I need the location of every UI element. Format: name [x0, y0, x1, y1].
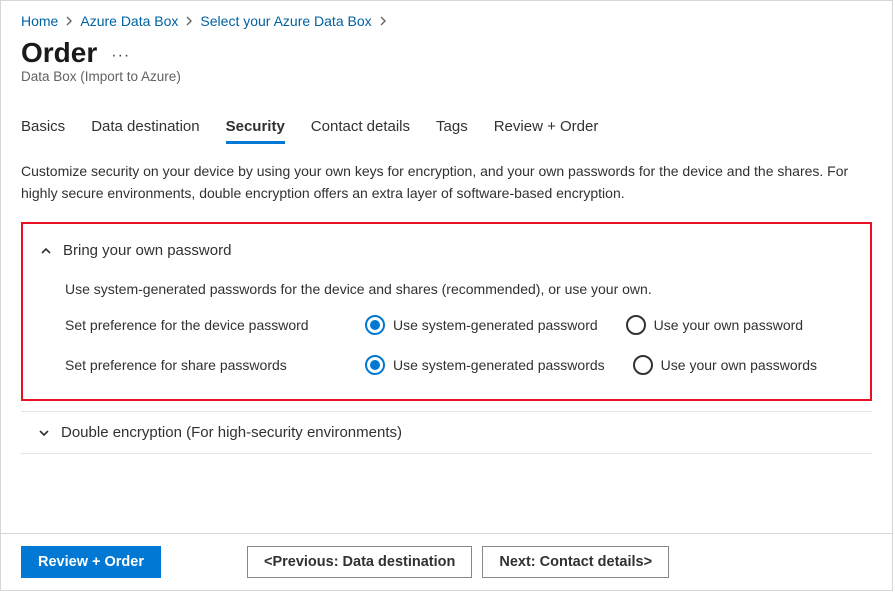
- chevron-right-icon: [378, 16, 388, 26]
- radio-unselected-icon: [626, 315, 646, 335]
- chevron-right-icon: [64, 16, 74, 26]
- tab-basics[interactable]: Basics: [21, 112, 65, 143]
- chevron-up-icon: [39, 244, 53, 258]
- chevron-down-icon: [37, 426, 51, 440]
- share-passwords-own-radio[interactable]: Use your own passwords: [633, 355, 817, 375]
- device-password-own-radio[interactable]: Use your own password: [626, 315, 803, 335]
- device-password-system-radio[interactable]: Use system-generated password: [365, 315, 598, 335]
- breadcrumb-azure-data-box[interactable]: Azure Data Box: [80, 13, 178, 29]
- double-encryption-toggle[interactable]: Double encryption (For high-security env…: [21, 411, 872, 454]
- tabs-bar: Basics Data destination Security Contact…: [21, 112, 872, 143]
- share-passwords-system-radio[interactable]: Use system-generated passwords: [365, 355, 605, 375]
- tab-review-order[interactable]: Review + Order: [494, 112, 599, 143]
- breadcrumb-select-data-box[interactable]: Select your Azure Data Box: [200, 13, 371, 29]
- device-password-label: Set preference for the device password: [65, 317, 365, 333]
- breadcrumb: Home Azure Data Box Select your Azure Da…: [21, 9, 872, 35]
- tab-tags[interactable]: Tags: [436, 112, 468, 143]
- radio-unselected-icon: [633, 355, 653, 375]
- page-subtitle: Data Box (Import to Azure): [21, 69, 872, 84]
- section-intro: Use system-generated passwords for the d…: [65, 281, 856, 297]
- tab-security[interactable]: Security: [226, 112, 285, 143]
- radio-selected-icon: [365, 315, 385, 335]
- page-title: Order: [21, 37, 97, 69]
- more-actions-button[interactable]: ···: [111, 47, 130, 65]
- tab-contact-details[interactable]: Contact details: [311, 112, 410, 143]
- previous-button[interactable]: <Previous: Data destination: [247, 546, 472, 578]
- bring-own-password-toggle[interactable]: Bring your own password: [37, 234, 856, 267]
- tab-description: Customize security on your device by usi…: [21, 161, 861, 204]
- tab-data-destination[interactable]: Data destination: [91, 112, 199, 143]
- radio-selected-icon: [365, 355, 385, 375]
- radio-label: Use system-generated passwords: [393, 357, 605, 373]
- share-passwords-label: Set preference for share passwords: [65, 357, 365, 373]
- radio-label: Use your own passwords: [661, 357, 817, 373]
- radio-label: Use your own password: [654, 317, 803, 333]
- chevron-right-icon: [184, 16, 194, 26]
- wizard-footer: Review + Order <Previous: Data destinati…: [1, 533, 892, 590]
- section-title: Bring your own password: [63, 242, 231, 259]
- next-button[interactable]: Next: Contact details>: [482, 546, 669, 578]
- device-password-row: Set preference for the device password U…: [65, 315, 856, 335]
- section-title: Double encryption (For high-security env…: [61, 424, 402, 441]
- radio-label: Use system-generated password: [393, 317, 598, 333]
- review-order-button[interactable]: Review + Order: [21, 546, 161, 578]
- share-passwords-row: Set preference for share passwords Use s…: [65, 355, 856, 375]
- bring-own-password-section: Bring your own password Use system-gener…: [21, 222, 872, 401]
- breadcrumb-home[interactable]: Home: [21, 13, 58, 29]
